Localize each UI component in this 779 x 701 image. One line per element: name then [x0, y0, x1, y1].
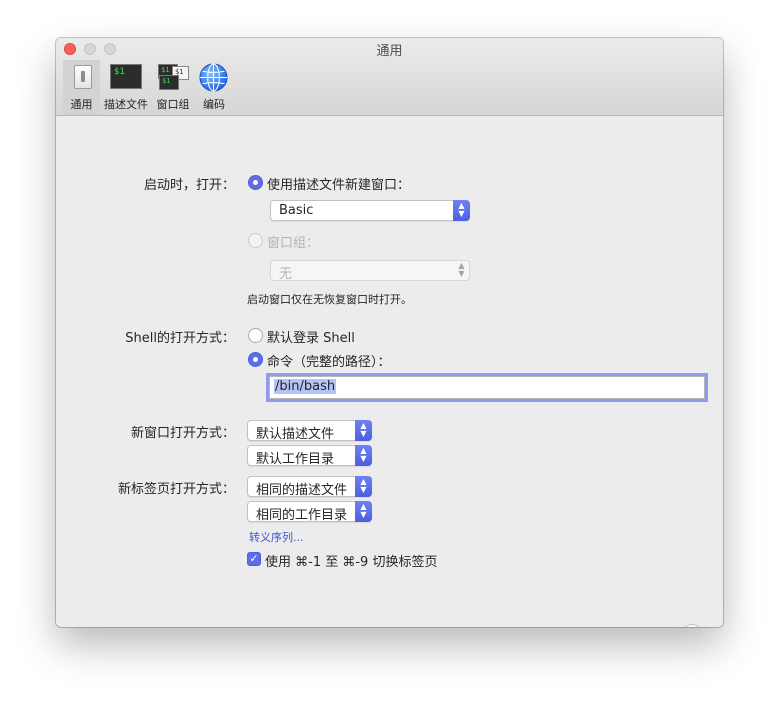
radio-command[interactable] — [248, 352, 263, 367]
window-group-icon: $1 $1 $1 — [158, 64, 190, 90]
tab-profiles-label: 描述文件 — [104, 98, 148, 111]
switch-tabs-label: 使用 ⌘-1 至 ⌘-9 切换标签页 — [265, 555, 438, 570]
chevron-updown-icon: ▲ ▼ — [355, 476, 372, 497]
window-group-value: 无 — [279, 267, 293, 282]
switch-tabs-checkbox[interactable]: ✓ — [247, 552, 261, 566]
new-tab-profile-popup[interactable]: 相同的描述文件 ▲ ▼ — [247, 476, 372, 498]
tab-general-label: 通用 — [70, 98, 93, 111]
terminal-profile-icon: $1 — [110, 64, 142, 89]
radio-window-group[interactable] — [248, 233, 263, 248]
general-pane: 启动时，打开： 使用描述文件新建窗口： Basic ▲ ▼ 窗口组： 无 ▲ ▼ 启… — [56, 116, 723, 627]
new-tab-dir-value: 相同的工作目录 — [256, 508, 348, 523]
radio-new-window-profile[interactable] — [248, 175, 263, 190]
startup-profile-popup[interactable]: Basic ▲ ▼ — [270, 200, 470, 221]
light-switch-icon — [74, 65, 92, 89]
shell-command-input[interactable]: /bin/bash — [269, 376, 705, 399]
chevron-updown-icon: ▲ ▼ — [453, 200, 470, 221]
new-tab-profile-value: 相同的描述文件 — [256, 483, 348, 498]
tab-encodings[interactable]: 编码 — [195, 60, 233, 115]
escape-sequences-link[interactable]: 转义序列... — [249, 529, 304, 545]
new-window-profile-value: 默认描述文件 — [256, 427, 335, 442]
radio-new-window-profile-label: 使用描述文件新建窗口： — [267, 178, 411, 193]
window-group-popup[interactable]: 无 ▲ ▼ — [270, 260, 470, 282]
startup-note: 启动窗口仅在无恢复窗口时打开。 — [247, 293, 412, 306]
new-window-label: 新窗口打开方式： — [130, 426, 235, 441]
shell-command-value: /bin/bash — [274, 379, 337, 394]
tab-encodings-label: 编码 — [203, 98, 225, 111]
startup-label: 启动时，打开： — [143, 178, 235, 193]
help-button[interactable]: ? — [681, 624, 703, 627]
window-group-icon-front: $1 — [159, 75, 179, 90]
startup-profile-value: Basic — [279, 203, 314, 218]
shell-label: Shell的打开方式： — [125, 331, 235, 346]
new-tab-label: 新标签页打开方式： — [117, 482, 235, 497]
tab-general[interactable]: 通用 — [63, 60, 100, 115]
tab-window-groups[interactable]: $1 $1 $1 窗口组 — [153, 60, 193, 115]
window-title: 通用 — [376, 44, 403, 59]
chevron-updown-icon: ▲ ▼ — [458, 261, 465, 278]
tab-window-groups-label: 窗口组 — [156, 98, 190, 111]
radio-default-login-shell[interactable] — [248, 328, 263, 343]
chevron-updown-icon: ▲ ▼ — [355, 501, 372, 522]
radio-command-label: 命令（完整的路径）： — [267, 355, 391, 370]
new-window-profile-popup[interactable]: 默认描述文件 ▲ ▼ — [247, 420, 372, 442]
chevron-updown-icon: ▲ ▼ — [355, 445, 372, 466]
chevron-updown-icon: ▲ ▼ — [355, 420, 372, 441]
titlebar: 通用 通用 $1 描述文件 $1 $1 $1 窗口组 编码 — [56, 38, 723, 116]
new-tab-dir-popup[interactable]: 相同的工作目录 ▲ ▼ — [247, 501, 372, 523]
radio-window-group-label: 窗口组： — [267, 236, 320, 251]
preferences-window: 通用 通用 $1 描述文件 $1 $1 $1 窗口组 编码 启动时，打开： 使用… — [56, 38, 723, 627]
tab-profiles[interactable]: $1 描述文件 — [102, 60, 150, 115]
new-window-dir-value: 默认工作目录 — [256, 452, 335, 467]
globe-icon — [199, 63, 228, 92]
new-window-dir-popup[interactable]: 默认工作目录 ▲ ▼ — [247, 445, 372, 467]
radio-default-login-shell-label: 默认登录 Shell — [267, 331, 355, 346]
